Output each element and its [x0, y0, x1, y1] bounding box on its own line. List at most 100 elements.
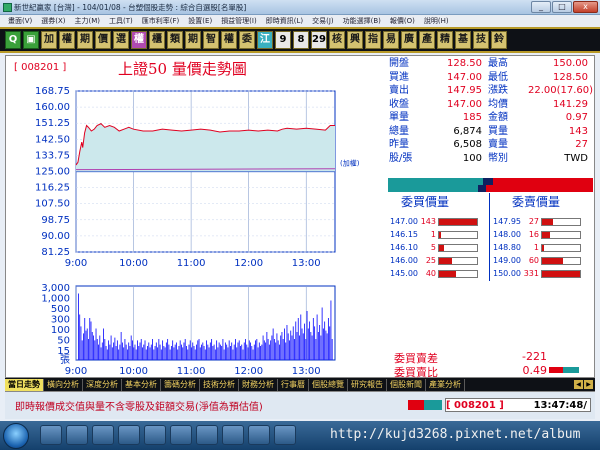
- toolbar-button[interactable]: 權: [221, 31, 237, 49]
- taskbar-app-icon[interactable]: [92, 425, 114, 445]
- menu-item[interactable]: 損益管理(I): [221, 16, 257, 26]
- quote-value: 6,874: [453, 125, 482, 137]
- toolbar-button[interactable]: 9: [275, 31, 291, 49]
- toolbar-button[interactable]: 智: [203, 31, 219, 49]
- bid-ask-strength-bar-2: [388, 185, 593, 192]
- tab-analysis[interactable]: 行事曆: [278, 378, 309, 391]
- tab-analysis[interactable]: 基本分析: [122, 378, 161, 391]
- volume-bar: [291, 335, 293, 360]
- taskbar-app-icon[interactable]: [196, 425, 218, 445]
- toolbar-button[interactable]: Q: [5, 31, 21, 49]
- menu-item[interactable]: 交易(J): [312, 16, 334, 26]
- tab-analysis[interactable]: 財務分析: [239, 378, 278, 391]
- asks-volume-bar: [541, 244, 581, 252]
- quote-label: 總量: [389, 125, 409, 137]
- tab-prev-icon[interactable]: ◀: [574, 380, 583, 389]
- taskbar-app-icon[interactable]: [170, 425, 192, 445]
- toolbar-button[interactable]: 類: [167, 31, 183, 49]
- toolbar-button[interactable]: 廣: [401, 31, 417, 49]
- menu-item[interactable]: 說明(H): [424, 16, 449, 26]
- volume-bar: [132, 340, 133, 360]
- menu-item[interactable]: 功能選擇(B): [343, 16, 381, 26]
- tab-analysis[interactable]: 橫向分析: [44, 378, 83, 391]
- toolbar-button[interactable]: 價: [95, 31, 111, 49]
- toolbar-button[interactable]: 產: [419, 31, 435, 49]
- quote-label: 均價: [488, 98, 508, 110]
- quote-label: 昨量: [389, 139, 409, 150]
- tab-analysis[interactable]: 個股新聞: [387, 378, 426, 391]
- taskbar-app-icon[interactable]: [66, 425, 88, 445]
- quote-value: 27: [575, 139, 588, 150]
- close-button[interactable]: x: [573, 1, 598, 13]
- tab-next-icon[interactable]: ▶: [584, 380, 593, 389]
- volume-bar: [331, 339, 333, 360]
- maximize-button[interactable]: □: [552, 1, 572, 13]
- toolbar-button[interactable]: 期: [77, 31, 93, 49]
- tab-analysis[interactable]: 籌碼分析: [161, 378, 200, 391]
- menu-item[interactable]: 工具(T): [109, 16, 133, 26]
- toolbar-button[interactable]: 江: [257, 31, 273, 49]
- volume-bar: [280, 335, 282, 360]
- volume-bar: [187, 349, 189, 360]
- quote-row: 昨量 6,508 賣量 27: [388, 139, 593, 151]
- taskbar-app-icon[interactable]: [248, 425, 270, 445]
- toolbar-button[interactable]: 加: [41, 31, 57, 49]
- menu-item[interactable]: 畫面(V): [8, 16, 32, 26]
- quote-panel: 開盤 128.50 最高 150.00 買進 147.00 最低 128.50 賣出 147.95…: [388, 57, 593, 175]
- volume-bar: [191, 347, 192, 360]
- toolbar-button[interactable]: 易: [383, 31, 399, 49]
- toolbar-button[interactable]: 精: [437, 31, 453, 49]
- taskbar-app-icon[interactable]: [274, 425, 296, 445]
- toolbar-button[interactable]: 期: [185, 31, 201, 49]
- time-tick-label: 10:00: [119, 258, 148, 269]
- tab-analysis[interactable]: 深度分析: [83, 378, 122, 391]
- menu-item[interactable]: 匯市利率(F): [142, 16, 180, 26]
- volume-bar: [178, 346, 180, 360]
- volume-bar: [290, 330, 292, 360]
- quote-value: 143: [568, 125, 588, 137]
- menu-item[interactable]: 主力(M): [75, 16, 101, 26]
- taskbar-app-icon[interactable]: [144, 425, 166, 445]
- start-orb-icon[interactable]: [3, 423, 29, 449]
- volume-bar: [139, 342, 141, 360]
- price-tick-label: 133.75: [35, 150, 70, 161]
- toolbar-button[interactable]: 指: [365, 31, 381, 49]
- toolbar-button[interactable]: 鈴: [491, 31, 507, 49]
- volume-bar: [78, 293, 79, 360]
- toolbar-button[interactable]: 技: [473, 31, 489, 49]
- taskbar-app-icon[interactable]: [222, 425, 244, 445]
- toolbar-button[interactable]: 櫃: [149, 31, 165, 49]
- tab-analysis[interactable]: 當日走勢: [5, 378, 44, 391]
- menu-item[interactable]: 報價(O): [390, 16, 415, 26]
- bids-volume-bar: [438, 270, 478, 278]
- volume-tick-label: 500: [51, 304, 70, 315]
- toolbar-button[interactable]: 29: [311, 31, 327, 49]
- toolbar-button[interactable]: ▣: [23, 31, 39, 49]
- toolbar-button[interactable]: 基: [455, 31, 471, 49]
- volume-bar: [96, 339, 98, 360]
- taskbar-app-icon[interactable]: [118, 425, 140, 445]
- tab-analysis[interactable]: 個股總覽: [309, 378, 348, 391]
- tab-analysis[interactable]: 技術分析: [200, 378, 239, 391]
- toolbar-button[interactable]: 委: [239, 31, 255, 49]
- volume-bar: [179, 340, 181, 360]
- menu-item[interactable]: 即時資訊(L): [266, 16, 303, 26]
- volume-bar: [266, 332, 268, 360]
- menu-item[interactable]: 選券(X): [41, 16, 65, 26]
- minimize-button[interactable]: _: [531, 1, 551, 13]
- toolbar-button[interactable]: 核: [329, 31, 345, 49]
- toolbar-button[interactable]: 選: [113, 31, 129, 49]
- volume-bar: [222, 339, 224, 360]
- toolbar-button[interactable]: 興: [347, 31, 363, 49]
- volume-bar: [182, 347, 184, 360]
- toolbar-button[interactable]: 權: [131, 31, 147, 49]
- toolbar-button[interactable]: 8: [293, 31, 309, 49]
- toolbar-button[interactable]: 權: [59, 31, 75, 49]
- volume-bar: [278, 344, 280, 360]
- volume-bar: [167, 339, 169, 360]
- connection-indicator: [408, 400, 442, 410]
- menu-item[interactable]: 設置(E): [188, 16, 212, 26]
- tab-analysis[interactable]: 研究報告: [348, 378, 387, 391]
- tab-analysis[interactable]: 產業分析: [426, 378, 465, 391]
- taskbar-app-icon[interactable]: [40, 425, 62, 445]
